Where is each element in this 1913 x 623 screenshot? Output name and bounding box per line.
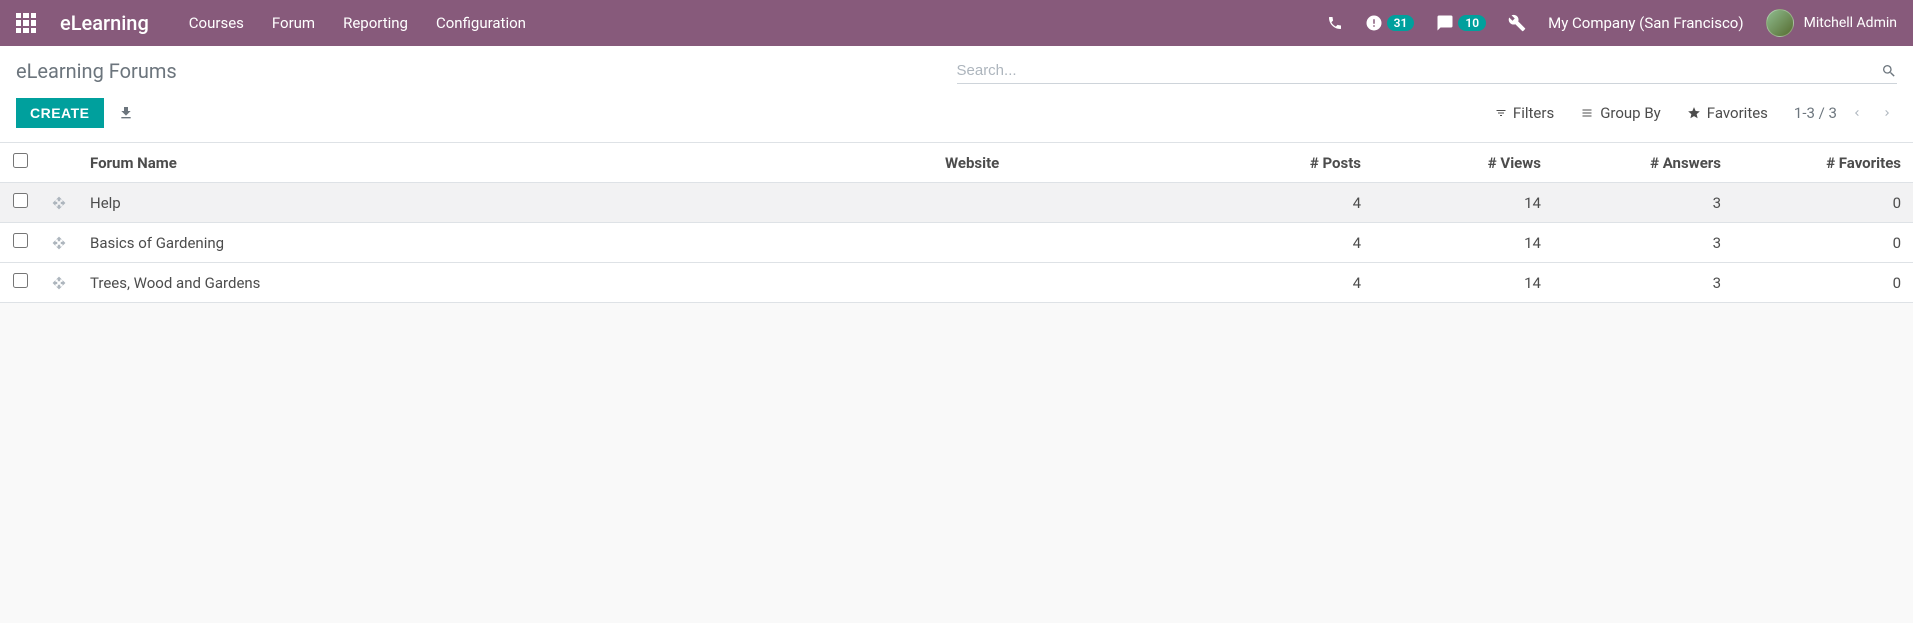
th-favorites[interactable]: # Favorites bbox=[1733, 143, 1913, 183]
nav-courses[interactable]: Courses bbox=[189, 14, 244, 32]
forums-table: Forum Name Website # Posts # Views # Ans… bbox=[0, 143, 1913, 303]
create-button[interactable]: CREATE bbox=[16, 98, 104, 128]
nav-forum[interactable]: Forum bbox=[272, 14, 315, 32]
star-icon bbox=[1687, 106, 1701, 120]
cell-website bbox=[933, 223, 1193, 263]
messages-badge: 10 bbox=[1458, 15, 1486, 31]
debug-icon[interactable] bbox=[1508, 14, 1526, 32]
select-all-checkbox[interactable] bbox=[13, 153, 28, 168]
drag-handle-icon[interactable] bbox=[40, 183, 78, 223]
drag-handle-icon[interactable] bbox=[40, 223, 78, 263]
cell-website bbox=[933, 183, 1193, 223]
cell-posts: 4 bbox=[1193, 183, 1373, 223]
list-icon bbox=[1580, 107, 1594, 119]
cell-website bbox=[933, 263, 1193, 303]
search-input[interactable] bbox=[957, 62, 1882, 79]
groupby-label: Group By bbox=[1600, 104, 1661, 122]
th-name[interactable]: Forum Name bbox=[78, 143, 933, 183]
cell-views: 14 bbox=[1373, 183, 1553, 223]
row-checkbox[interactable] bbox=[13, 193, 28, 208]
pager: 1-3 / 3 bbox=[1794, 101, 1897, 125]
nav-reporting[interactable]: Reporting bbox=[343, 14, 408, 32]
favorites-label: Favorites bbox=[1707, 104, 1768, 122]
pager-range[interactable]: 1-3 / 3 bbox=[1794, 104, 1837, 122]
filters-label: Filters bbox=[1513, 104, 1554, 122]
user-name: Mitchell Admin bbox=[1804, 15, 1897, 31]
cell-posts: 4 bbox=[1193, 223, 1373, 263]
row-checkbox[interactable] bbox=[13, 273, 28, 288]
groupby-button[interactable]: Group By bbox=[1580, 104, 1661, 122]
list-view: Forum Name Website # Posts # Views # Ans… bbox=[0, 143, 1913, 303]
activities-icon[interactable]: 31 bbox=[1365, 14, 1415, 32]
company-selector[interactable]: My Company (San Francisco) bbox=[1548, 14, 1743, 32]
search-icon[interactable] bbox=[1881, 63, 1897, 79]
cell-answers: 3 bbox=[1553, 263, 1733, 303]
cell-answers: 3 bbox=[1553, 183, 1733, 223]
cell-favorites: 0 bbox=[1733, 183, 1913, 223]
chevron-right-icon bbox=[1881, 105, 1893, 121]
cell-name: Basics of Gardening bbox=[78, 223, 933, 263]
pager-next[interactable] bbox=[1877, 101, 1897, 125]
navbar: eLearning Courses Forum Reporting Config… bbox=[0, 0, 1913, 46]
drag-handle-icon[interactable] bbox=[40, 263, 78, 303]
cell-name: Trees, Wood and Gardens bbox=[78, 263, 933, 303]
table-row[interactable]: Help 41430 bbox=[0, 183, 1913, 223]
user-menu[interactable]: Mitchell Admin bbox=[1766, 9, 1897, 37]
cell-name: Help bbox=[78, 183, 933, 223]
phone-icon[interactable] bbox=[1327, 15, 1343, 31]
activities-badge: 31 bbox=[1387, 15, 1415, 31]
avatar bbox=[1766, 9, 1794, 37]
app-brand[interactable]: eLearning bbox=[60, 11, 149, 35]
th-views[interactable]: # Views bbox=[1373, 143, 1553, 183]
funnel-icon bbox=[1495, 107, 1507, 119]
cell-favorites: 0 bbox=[1733, 223, 1913, 263]
chevron-left-icon bbox=[1851, 105, 1863, 121]
cell-views: 14 bbox=[1373, 223, 1553, 263]
nav-configuration[interactable]: Configuration bbox=[436, 14, 526, 32]
table-row[interactable]: Trees, Wood and Gardens 41430 bbox=[0, 263, 1913, 303]
download-icon[interactable] bbox=[118, 105, 134, 121]
table-row[interactable]: Basics of Gardening 41430 bbox=[0, 223, 1913, 263]
cell-favorites: 0 bbox=[1733, 263, 1913, 303]
apps-icon[interactable] bbox=[16, 13, 36, 33]
breadcrumb: eLearning Forums bbox=[16, 59, 177, 83]
nav-menu: Courses Forum Reporting Configuration bbox=[189, 14, 526, 32]
cell-answers: 3 bbox=[1553, 223, 1733, 263]
cell-posts: 4 bbox=[1193, 263, 1373, 303]
th-answers[interactable]: # Answers bbox=[1553, 143, 1733, 183]
cell-views: 14 bbox=[1373, 263, 1553, 303]
th-website[interactable]: Website bbox=[933, 143, 1193, 183]
favorites-button[interactable]: Favorites bbox=[1687, 104, 1768, 122]
control-panel: eLearning Forums CREATE Filters Group By… bbox=[0, 46, 1913, 143]
search-area bbox=[957, 58, 1898, 84]
pager-prev[interactable] bbox=[1847, 101, 1867, 125]
nav-right: 31 10 My Company (San Francisco) Mitchel… bbox=[1327, 9, 1897, 37]
th-posts[interactable]: # Posts bbox=[1193, 143, 1373, 183]
messages-icon[interactable]: 10 bbox=[1436, 14, 1486, 32]
row-checkbox[interactable] bbox=[13, 233, 28, 248]
filters-button[interactable]: Filters bbox=[1495, 104, 1554, 122]
